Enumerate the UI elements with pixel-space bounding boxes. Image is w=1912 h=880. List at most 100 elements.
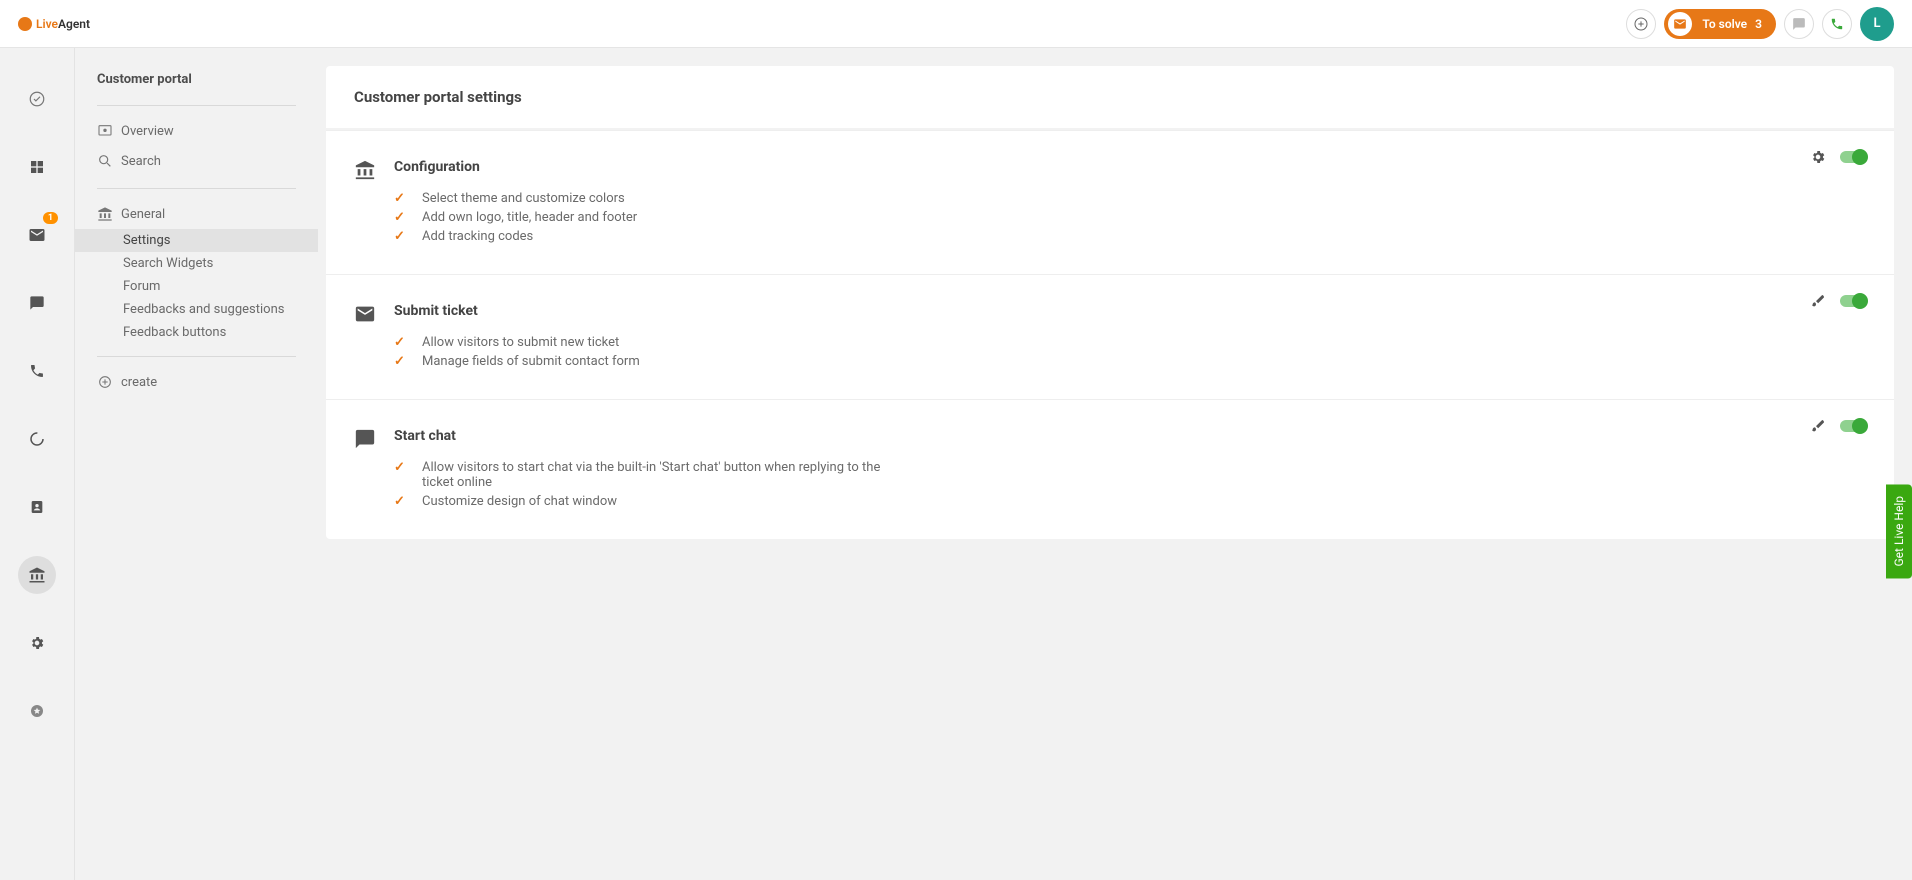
card-head: Customer portal settings <box>326 66 1894 128</box>
check-icon: ✓ <box>394 210 422 225</box>
check-circle-icon <box>28 90 46 108</box>
rail-apps[interactable] <box>18 148 56 186</box>
paint-icon <box>1810 418 1826 434</box>
side-search-label: Search <box>121 154 161 169</box>
block-configuration: Configuration ✓Select theme and customiz… <box>326 130 1894 274</box>
bank-icon <box>28 566 46 584</box>
live-help-label: Get Live Help <box>1892 496 1906 566</box>
mail-badge: 1 <box>43 212 58 224</box>
feature-text: Allow visitors to start chat via the bui… <box>422 460 894 490</box>
side-sub-settings[interactable]: Settings <box>75 229 318 252</box>
side-general[interactable]: General <box>75 199 318 229</box>
rail-settings[interactable] <box>18 624 56 662</box>
toggle-configuration[interactable] <box>1840 151 1866 163</box>
check-icon: ✓ <box>394 335 422 350</box>
add-button[interactable] <box>1626 9 1656 39</box>
gear-icon <box>1810 149 1826 165</box>
check-icon: ✓ <box>394 354 422 369</box>
check-icon: ✓ <box>394 460 422 475</box>
chat-button[interactable] <box>1784 9 1814 39</box>
logo-icon <box>18 17 32 31</box>
chat-icon <box>354 428 394 511</box>
spinner-icon <box>28 430 46 448</box>
block-title: Start chat <box>394 428 1866 444</box>
logo-agent: Agent <box>58 17 90 31</box>
side-general-label: General <box>121 207 165 222</box>
header: LiveAgent To solve 3 L <box>0 0 1912 48</box>
side-title: Customer portal <box>75 72 318 105</box>
separator <box>97 105 296 106</box>
feature-text: Allow visitors to submit new ticket <box>422 335 619 350</box>
side-search[interactable]: Search <box>75 146 318 176</box>
separator <box>97 356 296 357</box>
rail-star[interactable] <box>18 692 56 730</box>
phone-icon <box>29 363 45 379</box>
bank-icon <box>97 206 121 222</box>
plus-circle-icon <box>97 374 121 390</box>
to-solve-pill[interactable]: To solve 3 <box>1664 9 1776 39</box>
main: Customer portal settings Configuration ✓… <box>318 48 1912 880</box>
check-icon: ✓ <box>394 191 422 206</box>
plus-circle-icon <box>1633 16 1649 32</box>
check-icon: ✓ <box>394 494 422 509</box>
phone-icon <box>1830 17 1844 31</box>
phone-button[interactable] <box>1822 9 1852 39</box>
star-circle-icon <box>29 703 45 719</box>
feature-item: ✓Allow visitors to start chat via the bu… <box>394 458 894 492</box>
block-title: Configuration <box>394 159 1866 175</box>
side-sub-search-widgets[interactable]: Search Widgets <box>75 252 318 275</box>
icon-rail: 1 <box>0 48 74 880</box>
mail-icon <box>354 303 394 371</box>
side-sub-label: Feedbacks and suggestions <box>123 302 284 317</box>
toggle-start-chat[interactable] <box>1840 420 1866 432</box>
mail-icon <box>28 226 46 244</box>
rail-chat[interactable] <box>18 284 56 322</box>
side-sub-feedbacks[interactable]: Feedbacks and suggestions <box>75 298 318 321</box>
feature-text: Add own logo, title, header and footer <box>422 210 637 225</box>
feature-text: Manage fields of submit contact form <box>422 354 640 369</box>
rail-loading[interactable] <box>18 420 56 458</box>
chat-icon <box>29 295 45 311</box>
side-sub-label: Settings <box>123 233 170 248</box>
feature-item: ✓Select theme and customize colors <box>394 189 894 208</box>
check-icon: ✓ <box>394 229 422 244</box>
side-overview-label: Overview <box>121 124 174 139</box>
logo[interactable]: LiveAgent <box>18 17 90 31</box>
rail-contacts[interactable] <box>18 488 56 526</box>
block-submit-ticket: Submit ticket ✓Allow visitors to submit … <box>326 274 1894 399</box>
side-sub-forum[interactable]: Forum <box>75 275 318 298</box>
feature-list: ✓Select theme and customize colors ✓Add … <box>394 189 1866 246</box>
layout: 1 Customer portal Overview <box>0 48 1912 880</box>
live-help-tab[interactable]: Get Live Help <box>1886 484 1912 578</box>
rail-customer-portal[interactable] <box>18 556 56 594</box>
page-title: Customer portal settings <box>354 88 1866 106</box>
design-button[interactable] <box>1810 418 1826 434</box>
toggle-submit-ticket[interactable] <box>1840 295 1866 307</box>
paint-icon <box>1810 293 1826 309</box>
feature-item: ✓Add own logo, title, header and footer <box>394 208 894 227</box>
feature-item: ✓Manage fields of submit contact form <box>394 352 894 371</box>
search-icon <box>97 153 121 169</box>
avatar[interactable]: L <box>1860 7 1894 41</box>
side-create[interactable]: create <box>75 367 318 397</box>
side-sub-label: Forum <box>123 279 160 294</box>
bank-icon <box>354 159 394 246</box>
chat-icon <box>1792 17 1806 31</box>
rail-mail[interactable]: 1 <box>18 216 56 254</box>
block-title: Submit ticket <box>394 303 1866 319</box>
side-sub-feedback-buttons[interactable]: Feedback buttons <box>75 321 318 344</box>
rail-dashboard[interactable] <box>18 80 56 118</box>
rail-phone[interactable] <box>18 352 56 390</box>
feature-list: ✓Allow visitors to start chat via the bu… <box>394 458 1866 511</box>
to-solve-label: To solve <box>1702 17 1747 31</box>
side-overview[interactable]: Overview <box>75 116 318 146</box>
side-sub-label: Feedback buttons <box>123 325 226 340</box>
feature-text: Customize design of chat window <box>422 494 617 509</box>
feature-item: ✓Allow visitors to submit new ticket <box>394 333 894 352</box>
logo-live: Live <box>36 17 58 31</box>
configure-button[interactable] <box>1810 149 1826 165</box>
feature-item: ✓Customize design of chat window <box>394 492 894 511</box>
feature-list: ✓Allow visitors to submit new ticket ✓Ma… <box>394 333 1866 371</box>
block-start-chat: Start chat ✓Allow visitors to start chat… <box>326 399 1894 539</box>
design-button[interactable] <box>1810 293 1826 309</box>
